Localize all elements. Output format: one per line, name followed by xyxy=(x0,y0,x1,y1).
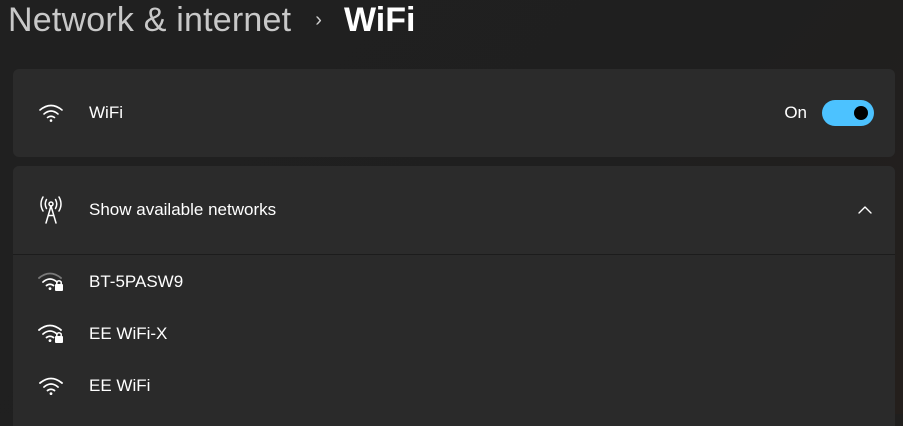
wifi-lock-icon xyxy=(13,271,89,293)
network-item-ee-wifi-x[interactable]: EE WiFi-X xyxy=(13,308,895,360)
network-item-bt-5pasw9[interactable]: BT-5PASW9 xyxy=(13,256,895,308)
chevron-up-icon[interactable] xyxy=(857,205,873,215)
wifi-toggle-switch[interactable] xyxy=(822,100,874,126)
page-title: WiFi xyxy=(343,0,416,39)
network-list: BT-5PASW9 EE WiFi-X EE WiFi xyxy=(13,256,895,412)
wifi-label: WiFi xyxy=(89,103,123,122)
breadcrumb-separator: › xyxy=(315,8,322,31)
antenna-icon xyxy=(13,196,89,224)
wifi-icon xyxy=(13,376,89,396)
breadcrumb: Network & internet › WiFi xyxy=(8,0,415,46)
network-name: EE WiFi xyxy=(89,376,151,395)
toggle-knob xyxy=(854,106,868,120)
breadcrumb-parent[interactable]: Network & internet xyxy=(8,1,291,40)
show-available-networks-header[interactable]: Show available networks xyxy=(13,166,895,255)
available-networks-card: Show available networks BT-5PASW9 EE WiF… xyxy=(13,166,895,426)
network-name: BT-5PASW9 xyxy=(89,272,184,291)
network-name: EE WiFi-X xyxy=(89,324,168,343)
wifi-lock-icon xyxy=(13,323,89,345)
show-available-networks-label: Show available networks xyxy=(89,200,277,219)
wifi-toggle-state: On xyxy=(784,103,807,122)
network-item-ee-wifi[interactable]: EE WiFi xyxy=(13,360,895,412)
wifi-icon xyxy=(13,103,89,123)
wifi-toggle-group: On xyxy=(784,100,874,126)
wifi-setting-card: WiFi On xyxy=(13,69,895,157)
